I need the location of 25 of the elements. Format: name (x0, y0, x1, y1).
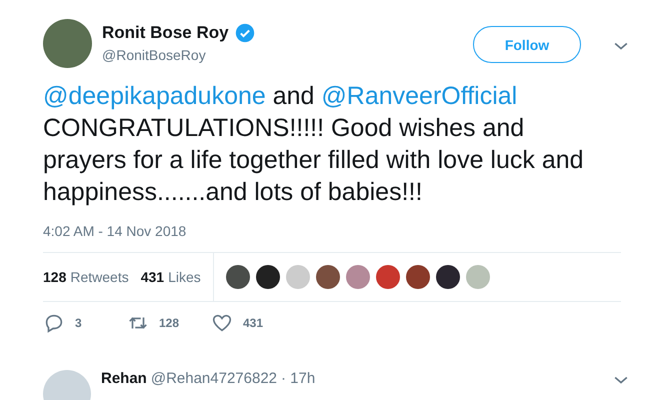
tweet-timestamp[interactable]: 4:02 AM - 14 Nov 2018 (43, 223, 631, 239)
follow-button[interactable]: Follow (473, 26, 581, 63)
liker-photo[interactable] (406, 265, 430, 289)
action-count: 431 (243, 316, 264, 330)
stat-count[interactable]: 431 (140, 269, 164, 285)
profile-photo (43, 19, 92, 68)
author-name[interactable]: Ronit Bose Roy (102, 23, 229, 43)
reply-author-name[interactable]: Rehan (101, 370, 147, 387)
tweet-text: @deepikapadukone and @RanveerOfficial CONGRATULATIONS!!!!! Good wishes and prayers for a life together filled with love luck and happiness.......and lots of babies!!! (43, 81, 585, 208)
stat-label[interactable]: Likes (168, 269, 201, 285)
author-handle[interactable]: @RonitBoseRoy (102, 47, 473, 63)
action-count: 128 (159, 316, 180, 330)
liker-photo[interactable] (226, 265, 250, 289)
reply-time[interactable]: · 17h (281, 370, 316, 387)
heart-icon[interactable] (211, 312, 233, 334)
stat-count[interactable]: 128 (43, 269, 66, 285)
action-count: 3 (75, 316, 82, 330)
mention-link[interactable]: @deepikapadukone (43, 82, 266, 110)
liker-photo[interactable] (316, 265, 340, 289)
liker-photo[interactable] (436, 265, 460, 289)
mention-link[interactable]: @RanveerOfficial (321, 82, 518, 110)
reply-author-handle[interactable]: @Rehan47276822 (150, 370, 278, 387)
stat-label[interactable]: Retweets (70, 269, 129, 285)
speech-bubble-icon[interactable] (43, 312, 65, 334)
liker-photo[interactable] (256, 265, 280, 289)
